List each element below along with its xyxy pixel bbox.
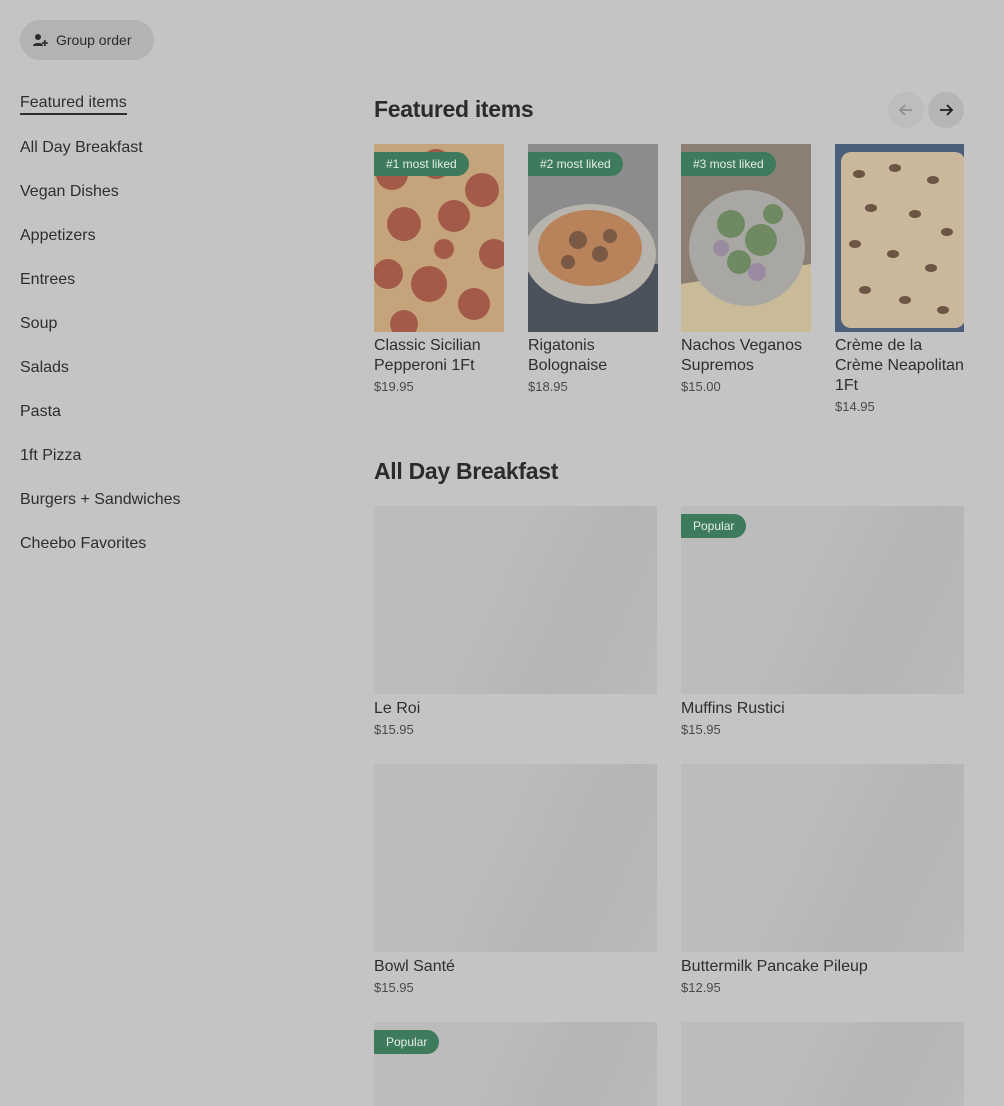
item-price: $15.00	[681, 379, 721, 394]
item-image-placeholder: Popular	[681, 506, 964, 694]
item-image-placeholder: Popular	[374, 1022, 657, 1106]
featured-item-card[interactable]: #3 most liked Nachos Veganos Supremos $1…	[681, 144, 811, 394]
mushroom-pizza-image	[835, 144, 964, 332]
item-name: Le Roi	[374, 700, 421, 717]
menu-item-card[interactable]	[681, 1022, 964, 1106]
popular-badge: Popular	[681, 514, 747, 538]
item-name: Nachos Veganos Supremos	[681, 337, 802, 374]
menu-item-card[interactable]: Buttermilk Pancake Pileup $12.95	[681, 764, 964, 995]
item-image: #1 most liked	[374, 144, 504, 332]
carousel-next-button[interactable]	[928, 92, 964, 128]
arrow-right-icon	[940, 104, 954, 116]
item-price: $18.95	[528, 379, 568, 394]
group-order-label: Group order	[56, 32, 132, 48]
sidebar-item-label: Cheebo Favorites	[20, 535, 147, 552]
item-name: Rigatonis Bolognaise	[528, 337, 608, 374]
item-image-placeholder	[681, 1022, 964, 1106]
menu-item-card[interactable]: Le Roi $15.95	[374, 506, 657, 737]
popular-badge: Popular	[374, 1030, 440, 1054]
rank-badge: #2 most liked	[528, 152, 623, 176]
category-sidebar: Featured items All Day Breakfast Vegan D…	[20, 82, 320, 566]
item-image-placeholder	[374, 506, 657, 694]
item-price: $15.95	[374, 722, 414, 737]
group-order-button[interactable]: Group order	[20, 20, 154, 60]
sidebar-item-label: All Day Breakfast	[20, 139, 143, 156]
item-price: $12.95	[681, 980, 721, 995]
sidebar-item-1ft-pizza[interactable]: 1ft Pizza	[20, 434, 320, 478]
sidebar-item-burgers-sandwiches[interactable]: Burgers + Sandwiches	[20, 478, 320, 522]
sidebar-item-label: Pasta	[20, 403, 61, 420]
item-name: Muffins Rustici	[681, 700, 785, 717]
add-person-icon	[33, 34, 48, 46]
item-image: #3 most liked	[681, 144, 811, 332]
featured-header: Featured items	[374, 92, 964, 132]
item-price: $15.95	[374, 980, 414, 995]
breakfast-section-title: All Day Breakfast	[374, 458, 559, 484]
sidebar-item-cheebo-favorites[interactable]: Cheebo Favorites	[20, 522, 320, 566]
sidebar-item-soup[interactable]: Soup	[20, 302, 320, 346]
item-name: Classic Sicilian Pepperoni 1Ft	[374, 337, 481, 374]
item-name: Bowl Santé	[374, 958, 455, 975]
item-image: #2 most liked	[528, 144, 658, 332]
sidebar-item-label: Featured items	[20, 94, 127, 115]
item-name: Buttermilk Pancake Pileup	[681, 958, 868, 975]
menu-item-card[interactable]: Bowl Santé $15.95	[374, 764, 657, 995]
featured-item-card[interactable]: #1 most liked Classic Sicilian Pepperoni…	[374, 144, 504, 394]
featured-item-card[interactable]: #2 most liked Rigatonis Bolognaise $18.9…	[528, 144, 658, 394]
sidebar-item-label: Burgers + Sandwiches	[20, 491, 181, 508]
rank-badge: #1 most liked	[374, 152, 469, 176]
featured-item-card[interactable]: Crème de la Crème Neapolitan 1Ft $14.95	[835, 144, 964, 414]
featured-carousel: #1 most liked Classic Sicilian Pepperoni…	[374, 144, 964, 434]
sidebar-item-vegan-dishes[interactable]: Vegan Dishes	[20, 170, 320, 214]
sidebar-item-label: Salads	[20, 359, 69, 376]
arrow-left-icon	[898, 104, 912, 116]
sidebar-item-salads[interactable]: Salads	[20, 346, 320, 390]
item-image-placeholder	[681, 764, 964, 952]
sidebar-item-pasta[interactable]: Pasta	[20, 390, 320, 434]
sidebar-item-all-day-breakfast[interactable]: All Day Breakfast	[20, 126, 320, 170]
sidebar-item-label: Appetizers	[20, 227, 96, 244]
sidebar-item-label: Soup	[20, 315, 58, 332]
sidebar-item-label: Vegan Dishes	[20, 183, 119, 200]
sidebar-item-appetizers[interactable]: Appetizers	[20, 214, 320, 258]
rank-badge: #3 most liked	[681, 152, 776, 176]
sidebar-item-label: Entrees	[20, 271, 76, 288]
item-image-placeholder	[374, 764, 657, 952]
sidebar-item-label: 1ft Pizza	[20, 447, 82, 464]
sidebar-item-featured-items[interactable]: Featured items	[20, 82, 320, 126]
item-price: $14.95	[835, 399, 875, 414]
item-image	[835, 144, 964, 332]
item-price: $15.95	[681, 722, 721, 737]
carousel-prev-button[interactable]	[888, 92, 924, 128]
item-name: Crème de la Crème Neapolitan 1Ft	[835, 337, 964, 394]
item-price: $19.95	[374, 379, 414, 394]
menu-item-card[interactable]: Popular	[374, 1022, 657, 1106]
featured-title: Featured items	[374, 96, 534, 122]
menu-item-card[interactable]: Popular Muffins Rustici $15.95	[681, 506, 964, 737]
sidebar-item-entrees[interactable]: Entrees	[20, 258, 320, 302]
